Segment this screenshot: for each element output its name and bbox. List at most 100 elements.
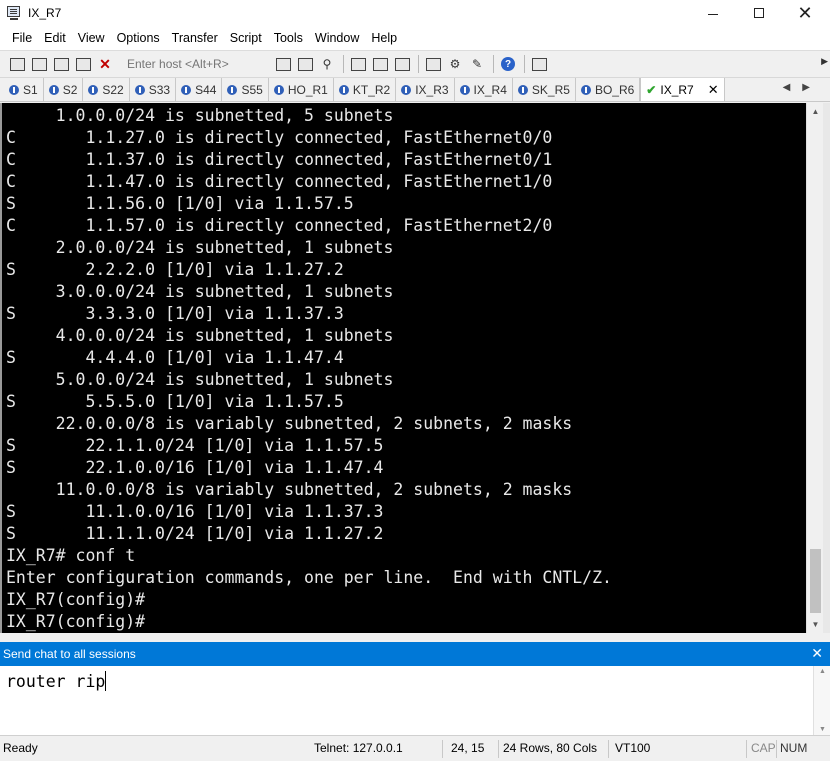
tab-bo-r6[interactable]: BO_R6 xyxy=(576,78,641,101)
toolbar-separator xyxy=(524,55,525,73)
tab-s44[interactable]: S44 xyxy=(176,78,223,101)
chat-scrollbar[interactable]: ▲ ▼ xyxy=(813,666,830,735)
toolbar-separator xyxy=(493,55,494,73)
terminal-line: S 11.1.1.0/24 [1/0] via 1.1.27.2 xyxy=(6,524,384,543)
keymap-icon[interactable]: ✎ xyxy=(468,55,486,73)
tab-s22[interactable]: S22 xyxy=(83,78,130,101)
session-tab-bar: S1 S2 S22 S33 S44 S55 HO_R1 KT_R2 IX_R3 … xyxy=(0,77,830,102)
session-icon xyxy=(134,84,145,95)
tab-ix-r4[interactable]: IX_R4 xyxy=(455,78,513,101)
disconnect-icon[interactable]: ✕ xyxy=(96,55,114,73)
status-divider xyxy=(498,740,499,758)
chat-window[interactable]: router rip ▲ ▼ xyxy=(0,666,830,736)
menu-edit[interactable]: Edit xyxy=(38,26,72,50)
tab-kt-r2[interactable]: KT_R2 xyxy=(334,78,397,101)
tab-s1[interactable]: S1 xyxy=(4,78,44,101)
status-state: Ready xyxy=(3,741,38,755)
scrollbar-thumb[interactable] xyxy=(810,549,821,613)
copy-icon[interactable] xyxy=(274,55,292,73)
close-button[interactable]: ✕ xyxy=(782,0,828,26)
terminal-scrollbar[interactable]: ▲ ▼ xyxy=(806,103,823,633)
scroll-down-icon[interactable]: ▼ xyxy=(814,726,830,733)
status-divider xyxy=(776,740,777,758)
terminal-line: S 1.1.56.0 [1/0] via 1.1.57.5 xyxy=(6,194,354,213)
terminal-line: 22.0.0.0/8 is variably subnetted, 2 subn… xyxy=(6,414,573,433)
session-icon xyxy=(227,84,238,95)
minimize-button[interactable] xyxy=(690,0,736,26)
tab-ix-r7[interactable]: ✔ IX_R7 ✕ xyxy=(640,78,725,101)
terminal-line: 11.0.0.0/8 is variably subnetted, 2 subn… xyxy=(6,480,573,499)
session-icon xyxy=(88,84,99,95)
menu-script[interactable]: Script xyxy=(224,26,268,50)
terminal-line: C 1.1.57.0 is directly connected, FastEt… xyxy=(6,216,553,235)
terminal-line: S 2.2.2.0 [1/0] via 1.1.27.2 xyxy=(6,260,344,279)
print-icon[interactable] xyxy=(349,55,367,73)
close-tab-icon[interactable]: ✕ xyxy=(708,82,719,98)
paste-icon[interactable] xyxy=(296,55,314,73)
status-divider xyxy=(442,740,443,758)
tab-scroll-arrows-icon[interactable]: ◀▶ xyxy=(783,82,822,93)
reconnect-icon[interactable] xyxy=(74,55,92,73)
close-chat-icon[interactable]: ✕ xyxy=(811,645,823,662)
tab-sk-r5[interactable]: SK_R5 xyxy=(513,78,576,101)
tab-ix-r3[interactable]: IX_R3 xyxy=(396,78,455,101)
help-icon[interactable] xyxy=(499,55,517,73)
menu-window[interactable]: Window xyxy=(309,26,365,50)
terminal-screen[interactable]: 1.0.0.0/24 is subnetted, 5 subnets C 1.1… xyxy=(0,103,806,633)
terminal-line: S 22.1.1.0/24 [1/0] via 1.1.57.5 xyxy=(6,436,384,455)
tab-s55[interactable]: S55 xyxy=(222,78,269,101)
status-num: NUM xyxy=(780,741,808,755)
print-screen-icon[interactable] xyxy=(393,55,411,73)
toolbar-separator xyxy=(418,55,419,73)
terminal-line: S 3.3.3.0 [1/0] via 1.1.37.3 xyxy=(6,304,344,323)
maximize-icon xyxy=(754,8,764,18)
menu-file[interactable]: File xyxy=(6,26,38,50)
status-divider xyxy=(746,740,747,758)
terminal-line: IX_R7(config)# xyxy=(6,612,146,631)
terminal-line: IX_R7# conf t xyxy=(6,546,136,565)
connect-icon[interactable] xyxy=(8,55,26,73)
connect-tab-icon[interactable] xyxy=(52,55,70,73)
session-icon xyxy=(48,84,59,95)
window-edge xyxy=(823,103,830,633)
status-connection: Telnet: 127.0.0.1 xyxy=(314,741,403,755)
terminal-line: C 1.1.47.0 is directly connected, FastEt… xyxy=(6,172,553,191)
tab-s33[interactable]: S33 xyxy=(130,78,177,101)
script-icon[interactable] xyxy=(530,55,548,73)
menu-transfer[interactable]: Transfer xyxy=(166,26,224,50)
menu-tools[interactable]: Tools xyxy=(268,26,309,50)
terminal-line: S 22.1.0.0/16 [1/0] via 1.1.47.4 xyxy=(6,458,384,477)
menu-view[interactable]: View xyxy=(72,26,111,50)
title-bar: IX_R7 ✕ xyxy=(0,0,830,26)
session-icon xyxy=(517,84,528,95)
tab-ho-r1[interactable]: HO_R1 xyxy=(269,78,334,101)
menu-help[interactable]: Help xyxy=(365,26,403,50)
session-options-icon[interactable] xyxy=(424,55,442,73)
scroll-up-icon[interactable]: ▲ xyxy=(814,668,830,675)
session-icon xyxy=(401,84,412,95)
text-caret xyxy=(105,671,107,691)
maximize-button[interactable] xyxy=(736,0,782,26)
chat-input-text: router rip xyxy=(6,672,106,691)
chat-header-label: Send chat to all sessions xyxy=(3,647,136,661)
session-icon xyxy=(459,84,470,95)
scroll-down-icon[interactable]: ▼ xyxy=(807,616,824,633)
terminal-line: S 4.4.4.0 [1/0] via 1.1.47.4 xyxy=(6,348,344,367)
tab-s2[interactable]: S2 xyxy=(44,78,84,101)
connected-check-icon: ✔ xyxy=(646,82,657,97)
global-options-icon[interactable]: ⚙ xyxy=(446,55,464,73)
menu-bar: File Edit View Options Transfer Script T… xyxy=(0,26,830,50)
quick-connect-icon[interactable] xyxy=(30,55,48,73)
toolbar: ✕ ⚲ ⚙ ✎ ▶ xyxy=(0,50,830,77)
print-setup-icon[interactable] xyxy=(371,55,389,73)
scroll-up-icon[interactable]: ▲ xyxy=(807,103,824,120)
session-icon xyxy=(338,84,349,95)
find-icon[interactable]: ⚲ xyxy=(318,55,336,73)
terminal-line: 3.0.0.0/24 is subnetted, 1 subnets xyxy=(6,282,394,301)
toolbar-overflow-icon[interactable]: ▶ xyxy=(821,56,828,67)
menu-options[interactable]: Options xyxy=(111,26,166,50)
status-caps: CAP xyxy=(751,741,776,755)
chat-input[interactable]: router rip xyxy=(6,671,107,693)
host-input[interactable] xyxy=(124,54,268,74)
session-icon xyxy=(9,84,19,95)
